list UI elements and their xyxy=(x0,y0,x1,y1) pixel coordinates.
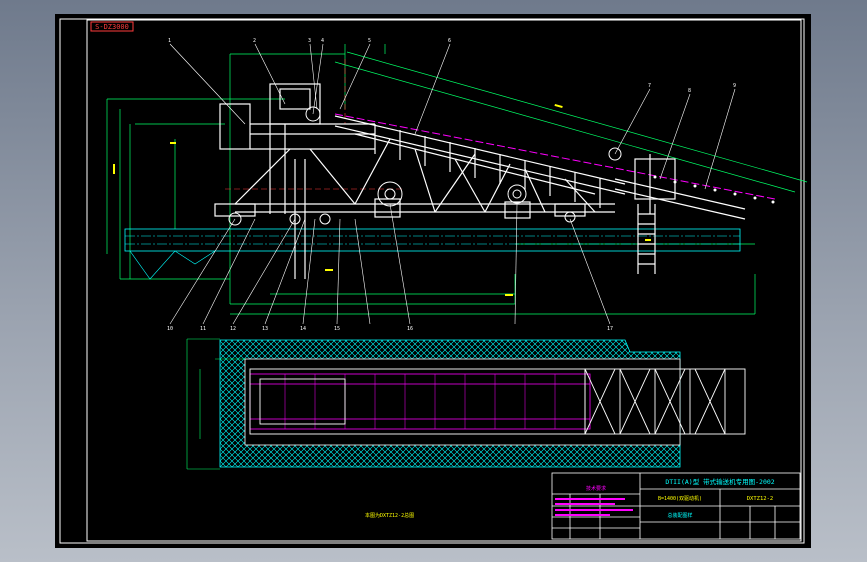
callout-11: 11 xyxy=(200,326,206,332)
callout-4: 4 xyxy=(321,38,324,44)
callout-6: 6 xyxy=(448,38,451,44)
dimension-texts xyxy=(113,104,651,296)
callout-5: 5 xyxy=(368,38,371,44)
cad-viewport[interactable]: S-DZ3000 1 2 3 4 5 6 7 8 9 10 11 12 13 1… xyxy=(55,14,811,548)
callout-2: 2 xyxy=(253,38,256,44)
technical-notes xyxy=(555,498,633,516)
plan-caption: 本图为DXTZ12-2总图 xyxy=(365,512,414,519)
side-elevation-view: 1 2 3 4 5 6 7 8 9 10 11 12 13 14 15 16 1… xyxy=(106,38,808,332)
pit-opening xyxy=(244,358,681,446)
callout-15: 15 xyxy=(334,326,340,332)
callout-3: 3 xyxy=(308,38,311,44)
dimension-lines xyxy=(106,44,808,315)
callout-numbers: 1 2 3 4 5 6 7 8 9 10 11 12 13 14 15 16 1… xyxy=(167,38,736,332)
title-drawing-number: DXTZ12-2 xyxy=(747,496,774,502)
title-notes-heading: 技术要求 xyxy=(586,485,606,492)
title-drawing-name: B=1400(双驱动机) xyxy=(658,495,702,502)
callout-14: 14 xyxy=(300,326,306,332)
callout-17: 17 xyxy=(607,326,613,332)
sheet-code-label: S-DZ3000 xyxy=(95,23,129,31)
callout-13: 13 xyxy=(262,326,268,332)
plan-view: 本图为DXTZ12-2总图 xyxy=(186,338,746,519)
title-main: DTII(A)型 带式输送机专用图-2002 xyxy=(665,477,774,486)
callout-10: 10 xyxy=(167,326,173,332)
callout-9: 9 xyxy=(733,83,736,89)
callout-12: 12 xyxy=(230,326,236,332)
callout-1: 1 xyxy=(168,38,171,44)
title-subtitle: 总装配图样 xyxy=(667,512,692,519)
conveyor-truss xyxy=(214,83,746,279)
callout-7: 7 xyxy=(648,83,651,89)
callout-8: 8 xyxy=(688,88,691,94)
callout-16: 16 xyxy=(407,326,413,332)
belt-line xyxy=(334,113,776,200)
conveyor-assembly-drawing: S-DZ3000 1 2 3 4 5 6 7 8 9 10 11 12 13 1… xyxy=(59,18,808,544)
title-block: DTII(A)型 带式输送机专用图-2002 B=1400(双驱动机) DXTZ… xyxy=(551,472,801,540)
sheet-code-box: S-DZ3000 xyxy=(90,21,134,32)
